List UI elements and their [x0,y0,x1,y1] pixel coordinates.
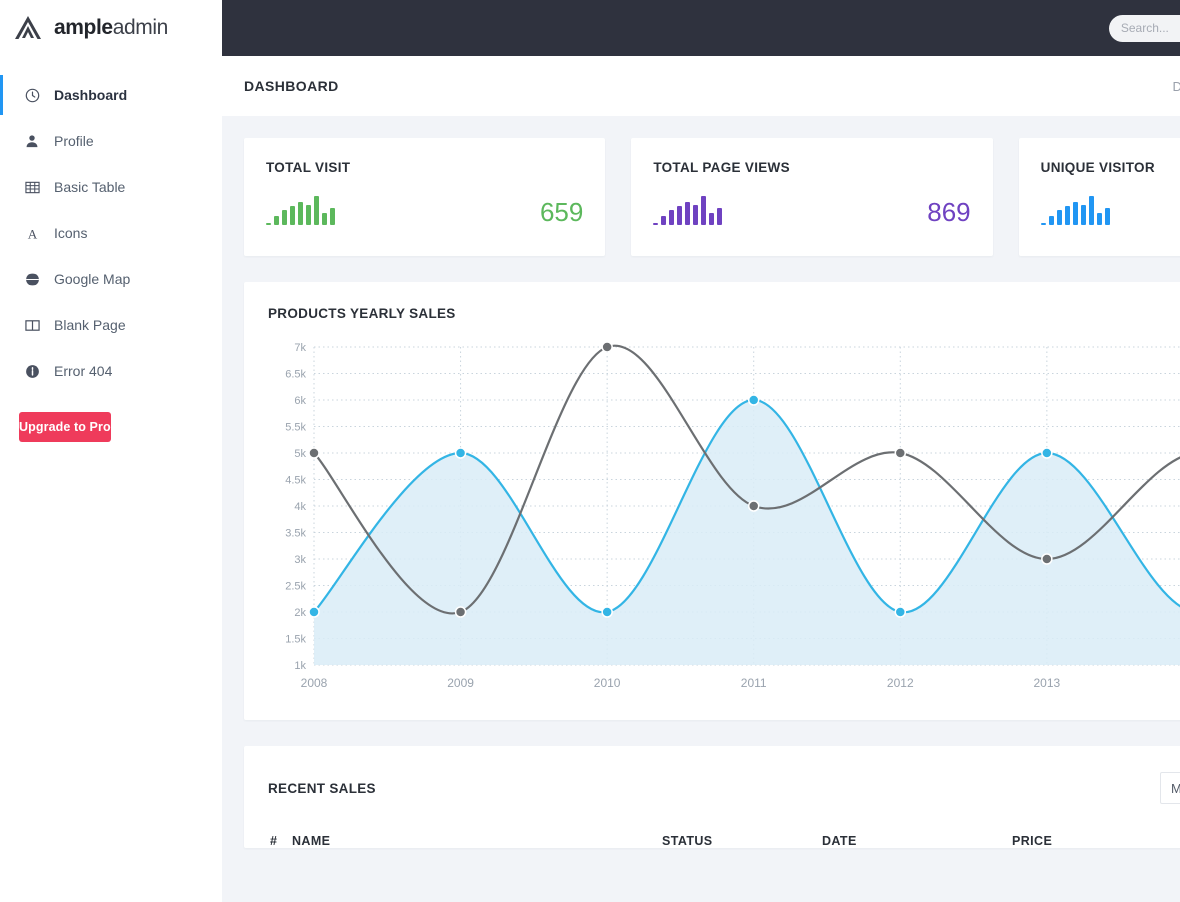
recent-sales-card: RECENT SALES March 2017 # NAME STATUS [244,746,1180,848]
svg-text:7k: 7k [294,342,306,354]
brand-text: ampleadmin [54,16,168,40]
svg-text:2011: 2011 [741,676,767,690]
svg-text:1.5k: 1.5k [285,634,306,646]
page-title: DASHBOARD [244,78,339,94]
month-select-value: March 2017 [1171,781,1180,796]
chart-canvas: 1k 1.5k 2k 2.5k 3k 3.5k 4k 4.5k 5k 5.5k 6k 6.5k 7k 20… [266,335,1180,705]
sidebar-item-label: Blank Page [54,318,126,332]
svg-text:5.5k: 5.5k [285,422,306,434]
chart-title: PRODUCTS YEARLY SALES [268,306,456,321]
sparkline-chart [266,195,335,225]
svg-text:1k: 1k [294,660,306,672]
sidebar-item-blank-page[interactable]: Blank Page [0,302,222,348]
sidebar-nav: Dashboard Profile Basi [0,56,222,394]
breadcrumb: Dashboard Upgrade to Pro [1172,71,1180,102]
svg-text:2008: 2008 [301,676,328,690]
sidebar-item-basic-table[interactable]: Basic Table [0,164,222,210]
svg-text:3.5k: 3.5k [285,528,306,540]
content-scroll: TOTAL VISIT 659 TOTAL PAGE VIEWS 869 UNI… [222,116,1180,902]
brand-name-light: admin [113,16,168,39]
svg-text:6k: 6k [294,395,306,407]
svg-text:A: A [27,226,37,240]
breadcrumb-link-dashboard[interactable]: Dashboard [1172,79,1180,94]
sidebar-item-label: Error 404 [54,364,112,378]
globe-icon [24,271,40,287]
column-header-status: STATUS [662,826,822,848]
stat-value: 869 [927,199,970,225]
stat-cards: TOTAL VISIT 659 TOTAL PAGE VIEWS 869 UNI… [244,138,1180,256]
svg-text:6.5k: 6.5k [285,369,306,381]
svg-text:2.5k: 2.5k [285,581,306,593]
search-box[interactable] [1109,15,1180,42]
sidebar-item-label: Basic Table [54,180,125,194]
sidebar: ampleadmin Dashboard [0,0,222,902]
svg-text:2010: 2010 [594,676,621,690]
svg-text:2009: 2009 [447,676,474,690]
ample-logo-icon [13,14,43,42]
svg-text:2012: 2012 [887,676,914,690]
svg-text:2013: 2013 [1034,676,1061,690]
info-icon [24,363,40,379]
letter-a-icon: A [24,225,40,241]
svg-text:5k: 5k [294,448,306,460]
user-icon [24,133,40,149]
sparkline-chart [1041,195,1110,225]
search-input[interactable] [1121,21,1180,35]
sparkline-chart [653,195,722,225]
sidebar-upgrade-to-pro-button[interactable]: Upgrade to Pro [19,412,111,442]
stat-card-total-visit: TOTAL VISIT 659 [244,138,605,256]
breadcrumb-bar: DASHBOARD Dashboard Upgrade to Pro [222,56,1180,116]
sidebar-item-profile[interactable]: Profile [0,118,222,164]
stat-title: UNIQUE VISITOR [1041,160,1180,175]
sidebar-item-icons[interactable]: A Icons [0,210,222,256]
sidebar-item-dashboard[interactable]: Dashboard [0,72,222,118]
svg-text:3k: 3k [294,554,306,566]
stat-title: TOTAL VISIT [266,160,583,175]
month-select[interactable]: March 2017 [1160,772,1180,804]
products-yearly-sales-card: PRODUCTS YEARLY SALES Mac Windows 1k1.5k [244,282,1180,720]
sidebar-item-label: Google Map [54,272,130,286]
line-chart: 1k 1.5k 2k 2.5k 3k 3.5k 4k 4.5k 5k 5.5k 6k 6.5k 7k 20… [244,321,1180,720]
sidebar-item-label: Dashboard [54,88,127,102]
sidebar-item-error-404[interactable]: Error 404 [0,348,222,394]
topbar: Steave [222,0,1180,56]
brand-name-bold: ample [54,16,113,39]
stat-card-unique-visitor: UNIQUE VISITOR 911 [1019,138,1180,256]
column-header-name: NAME [292,826,662,848]
stat-value: 659 [540,199,583,225]
main-area: Steave DASHBOARD Dashboard Upgrade to Pr… [222,0,1180,902]
stat-card-total-page-views: TOTAL PAGE VIEWS 869 [631,138,992,256]
app-root: ampleadmin Dashboard [0,0,1180,902]
clock-icon [24,87,40,103]
column-header-date: DATE [822,826,1012,848]
column-header-index: # [244,826,292,848]
table-grid-icon [24,179,40,195]
svg-text:2k: 2k [294,607,306,619]
column-header-price: PRICE [1012,826,1180,848]
recent-sales-table: # NAME STATUS DATE PRICE [244,826,1180,848]
stat-title: TOTAL PAGE VIEWS [653,160,970,175]
brand-logo[interactable]: ampleadmin [0,0,222,56]
sidebar-item-label: Profile [54,134,94,148]
recent-sales-title: RECENT SALES [268,781,376,796]
svg-text:4.5k: 4.5k [285,475,306,487]
sidebar-item-google-map[interactable]: Google Map [0,256,222,302]
sidebar-item-label: Icons [54,226,87,240]
table-header-row: # NAME STATUS DATE PRICE [244,826,1180,848]
columns-icon [24,317,40,333]
svg-text:4k: 4k [294,501,306,513]
